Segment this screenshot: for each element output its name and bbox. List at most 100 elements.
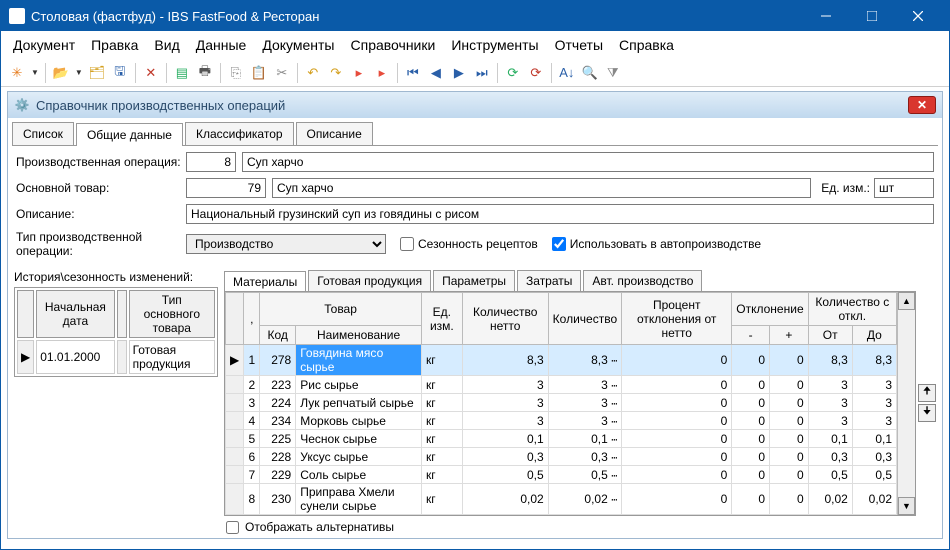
close-button[interactable] [895,1,941,31]
tab-finished[interactable]: Готовая продукция [308,270,431,291]
alt-cb-input[interactable] [226,521,239,534]
delete-icon[interactable]: ✕ [141,63,161,83]
product-label: Основной товар: [16,181,186,195]
unit-label: Ед. изм.: [821,181,870,195]
maximize-button[interactable] [849,1,895,31]
tab-params[interactable]: Параметры [433,270,515,291]
menu-document[interactable]: Документ [5,33,83,57]
materials-pane: Материалы Готовая продукция Параметры За… [224,270,936,538]
season-cb-input[interactable] [400,237,414,251]
history-label: История\сезонность изменений: [14,270,218,284]
first-icon[interactable]: ⏮ [403,63,423,83]
reorder-buttons: 🠉 🠋 [918,384,936,424]
desc-input[interactable] [186,204,934,224]
tab-classifier[interactable]: Классификатор [185,122,294,145]
season-checkbox[interactable]: Сезонность рецептов [400,237,538,251]
op-id-input[interactable] [186,152,236,172]
tab-costs[interactable]: Затраты [517,270,581,291]
print-icon[interactable]: 🖶 [195,63,215,83]
nav-prev-icon[interactable]: ▸ [349,63,369,83]
paste-icon[interactable]: 📋 [249,63,269,83]
menu-reports[interactable]: Отчеты [547,33,611,57]
gear-icon: ⚙️ [14,97,30,113]
split-area: История\сезонность изменений: Начальная … [8,270,942,538]
separator [497,63,498,83]
product-id-input[interactable] [186,178,266,198]
menu-data[interactable]: Данные [188,33,255,57]
forward-icon[interactable]: ▶ [449,63,469,83]
separator [135,63,136,83]
find-icon[interactable]: 🔍 [580,63,600,83]
new-icon[interactable]: ✳ [7,63,27,83]
separator [166,63,167,83]
title-bar: Столовая (фастфуд) - IBS FastFood & Рест… [1,1,949,31]
sub-tabs: Материалы Готовая продукция Параметры За… [224,270,936,291]
history-type[interactable]: Готовая продукция [129,340,215,374]
folder-icon[interactable]: 🗂 [87,63,107,83]
history-date[interactable]: 01.01.2000 [36,340,114,374]
new-dropdown[interactable]: ▼ [30,68,40,77]
table-row[interactable]: 4234Морковь сырьекг33 ···00033 [226,412,897,430]
op-name-input[interactable] [242,152,934,172]
redo-icon[interactable]: ↷ [326,63,346,83]
auto-checkbox[interactable]: Использовать в автопроизводстве [552,237,761,251]
last-icon[interactable]: ⏭ [472,63,492,83]
type-select[interactable]: Производство [186,234,386,254]
panel-close-button[interactable]: ✕ [908,96,936,114]
sort-icon[interactable]: A↓ [557,63,577,83]
tab-general[interactable]: Общие данные [76,123,183,146]
cut-icon[interactable]: ✂ [272,63,292,83]
open-icon[interactable]: 📂 [51,63,71,83]
menu-help[interactable]: Справка [611,33,682,57]
reload-icon[interactable]: ⟳ [526,63,546,83]
alternatives-checkbox[interactable]: Отображать альтернативы [224,516,936,538]
panel-title: Справочник производственных операций [36,98,908,113]
row-pointer: ▶ [17,340,34,374]
auto-cb-input[interactable] [552,237,566,251]
table-row[interactable]: ▶1278Говядина мясо сырьекг8,38,3 ···0008… [226,345,897,376]
back-icon[interactable]: ◀ [426,63,446,83]
menu-view[interactable]: Вид [146,33,187,57]
menu-tools[interactable]: Инструменты [443,33,546,57]
preview-icon[interactable]: ▤ [172,63,192,83]
menu-bar: Документ Правка Вид Данные Документы Спр… [1,31,949,59]
filter-icon[interactable]: ⧩ [603,63,623,83]
tab-list[interactable]: Список [12,122,74,145]
separator [551,63,552,83]
minimize-button[interactable] [803,1,849,31]
scroll-down-icon[interactable]: ▼ [898,497,915,515]
tab-materials[interactable]: Материалы [224,271,306,292]
menu-catalogs[interactable]: Справочники [343,33,444,57]
move-down-button[interactable]: 🠋 [918,404,936,422]
history-table[interactable]: Начальная датаТип основного товара ▶01.0… [14,287,218,377]
move-up-button[interactable]: 🠉 [918,384,936,402]
tab-description[interactable]: Описание [296,122,373,145]
table-row[interactable]: 5225Чеснок сырьекг0,10,1 ···0000,10,1 [226,430,897,448]
separator [220,63,221,83]
table-row[interactable]: 7229Соль сырьекг0,50,5 ···0000,50,5 [226,466,897,484]
menu-documents[interactable]: Документы [254,33,342,57]
separator [297,63,298,83]
undo-icon[interactable]: ↶ [303,63,323,83]
desc-label: Описание: [16,207,186,221]
open-dropdown[interactable]: ▼ [74,68,84,77]
product-name-input[interactable] [272,178,811,198]
menu-edit[interactable]: Правка [83,33,146,57]
table-row[interactable]: 3224Лук репчатый сырьекг33 ···00033 [226,394,897,412]
materials-grid[interactable]: , Товар Ед. изм. Количество нетто Количе… [224,291,916,516]
window-title: Столовая (фастфуд) - IBS FastFood & Рест… [31,9,803,24]
table-row[interactable]: 6228Уксус сырьекг0,30,3 ···0000,30,3 [226,448,897,466]
copy-icon[interactable]: ⎘ [226,63,246,83]
table-row[interactable]: 2223Рис сырьекг33 ···00033 [226,376,897,394]
scroll-up-icon[interactable]: ▲ [898,292,915,310]
save-icon[interactable]: 🖫 [110,63,130,83]
catalog-panel: ⚙️ Справочник производственных операций … [7,91,943,539]
unit-input[interactable] [874,178,934,198]
refresh-icon[interactable]: ⟳ [503,63,523,83]
nav-next-icon[interactable]: ▸ [372,63,392,83]
type-label: Тип производственной операции: [16,230,186,258]
table-row[interactable]: 8230Приправа Хмели сунели сырьекг0,020,0… [226,484,897,515]
vertical-scrollbar[interactable]: ▲ ▼ [897,292,915,515]
tab-autoprod[interactable]: Авт. производство [583,270,702,291]
form-area: Производственная операция: Основной това… [8,146,942,270]
